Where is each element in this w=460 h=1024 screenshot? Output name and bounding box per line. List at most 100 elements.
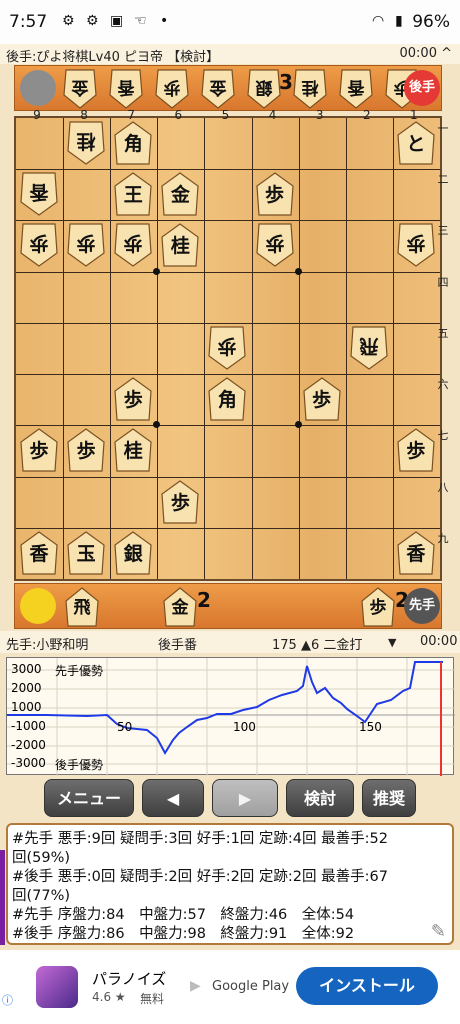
piece-label: 玉 bbox=[76, 542, 96, 565]
sente-piece[interactable]: 歩 bbox=[114, 377, 152, 421]
piece-label: 角 bbox=[123, 133, 143, 155]
sente-piece[interactable]: 香 bbox=[397, 531, 435, 575]
grid-line bbox=[298, 118, 300, 579]
grid-line bbox=[16, 527, 440, 529]
hand-count: 2 bbox=[197, 588, 211, 612]
sente-piece[interactable]: 桂 bbox=[114, 428, 152, 472]
piece-label: 桂 bbox=[76, 130, 96, 152]
graph-y-neg2000: -2000 bbox=[11, 738, 46, 752]
gote-hand-piece[interactable]: 銀 bbox=[247, 69, 281, 109]
grid-line bbox=[16, 374, 440, 376]
grid-line bbox=[110, 118, 112, 579]
ad-banner[interactable]: パラノイズ 4.6 ★ 無料 ▶ Google Play インストール ⓘ bbox=[0, 950, 460, 1024]
hand-piece-label: 桂 bbox=[301, 77, 319, 97]
piece-label: 歩 bbox=[406, 440, 426, 463]
grid-line bbox=[16, 476, 440, 478]
shogi-board[interactable]: と角桂歩金王香歩歩桂歩歩歩飛歩歩角歩歩桂歩歩歩香銀玉香 bbox=[14, 116, 442, 581]
gote-hand-piece[interactable]: 金 bbox=[201, 69, 235, 109]
piece-label: 桂 bbox=[123, 440, 143, 463]
piece-label: 歩 bbox=[76, 232, 96, 255]
gote-hand-piece[interactable]: 香 bbox=[339, 69, 373, 109]
sente-hand-piece[interactable]: 歩 bbox=[361, 587, 395, 627]
gote-badge: 後手 bbox=[404, 70, 440, 106]
gote-hand-piece[interactable]: 香 bbox=[109, 69, 143, 109]
battery-level: 96% bbox=[412, 12, 450, 32]
grid-line bbox=[16, 220, 440, 222]
gote-piece[interactable]: 歩 bbox=[397, 223, 435, 268]
column-label: 6 bbox=[174, 108, 183, 122]
gote-hand-piece[interactable]: 歩 bbox=[155, 69, 189, 109]
hand-count: 3 bbox=[279, 70, 293, 94]
graph-y-3000: 3000 bbox=[11, 662, 42, 676]
column-label: 2 bbox=[362, 108, 371, 122]
row-label: 三 bbox=[437, 224, 449, 238]
piece-label: 歩 bbox=[265, 232, 285, 255]
grid-line bbox=[16, 425, 440, 427]
next-move-button[interactable]: ▶ bbox=[212, 779, 278, 817]
row-label: 八 bbox=[437, 480, 449, 494]
sente-piece[interactable]: 角 bbox=[114, 121, 152, 165]
move-display: 175 ▲6 二金打 bbox=[272, 638, 363, 653]
analysis-text[interactable]: #先手 悪手:9回 疑問手:3回 好手:1回 定跡:4回 最善手:52 回(59… bbox=[6, 823, 454, 945]
grid-line bbox=[16, 271, 440, 273]
row-label: 四 bbox=[437, 275, 449, 289]
gote-piece[interactable]: 歩 bbox=[255, 223, 294, 268]
gote-piece[interactable]: 香 bbox=[20, 172, 58, 216]
sente-piece[interactable]: 歩 bbox=[67, 428, 105, 472]
sente-hand-piece[interactable]: 金 bbox=[163, 587, 197, 627]
row-label: 九 bbox=[437, 531, 449, 545]
sente-piece[interactable]: 歩 bbox=[161, 479, 199, 524]
ad-app-icon bbox=[36, 966, 78, 1008]
hand-piece-label: 香 bbox=[117, 77, 135, 97]
piece-label: 銀 bbox=[123, 542, 143, 565]
gote-piece[interactable]: 歩 bbox=[67, 223, 105, 268]
sente-piece[interactable]: 歩 bbox=[20, 428, 58, 472]
sente-hand-piece[interactable]: 飛 bbox=[65, 587, 99, 627]
gote-avatar bbox=[20, 70, 56, 106]
sente-hand[interactable]: 飛金2歩2 bbox=[14, 583, 442, 629]
game-info-bar: 先手:小野和明 後手番 175 ▲6 二金打 ▼ 00:00 bbox=[0, 631, 460, 653]
move-dropdown-icon[interactable]: ▼ bbox=[388, 636, 396, 649]
pencil-icon[interactable]: ✎ bbox=[431, 921, 446, 942]
gote-piece[interactable]: 桂 bbox=[67, 121, 105, 165]
gote-hand-piece[interactable]: 金 bbox=[63, 69, 97, 109]
piece-label: 桂 bbox=[170, 235, 190, 258]
hand-piece-label: 金 bbox=[209, 77, 227, 97]
row-label: 一 bbox=[437, 122, 449, 135]
install-button[interactable]: インストール bbox=[296, 967, 438, 1005]
menu-button[interactable]: メニュー bbox=[44, 779, 134, 817]
gote-piece[interactable]: 飛 bbox=[350, 326, 388, 370]
piece-label: 歩 bbox=[123, 232, 143, 255]
piece-label: 歩 bbox=[217, 334, 237, 357]
gote-piece[interactable]: 歩 bbox=[114, 223, 152, 268]
sente-piece[interactable]: 歩 bbox=[397, 428, 435, 472]
gote-hand[interactable]: 歩2香桂銀3金歩香金 bbox=[14, 65, 442, 111]
sente-piece[interactable]: と bbox=[397, 121, 435, 165]
gote-hand-piece[interactable]: 桂 bbox=[293, 69, 327, 109]
graph-x-100: 100 bbox=[233, 720, 256, 734]
row-label: 五 bbox=[437, 326, 449, 340]
piece-label: 歩 bbox=[76, 440, 96, 463]
ad-info-icon[interactable]: ⓘ bbox=[2, 992, 13, 1008]
sente-piece[interactable]: 歩 bbox=[303, 377, 341, 421]
sente-piece[interactable]: 金 bbox=[161, 172, 199, 216]
gote-piece[interactable]: 歩 bbox=[20, 223, 58, 268]
gear-icon: ⚙ bbox=[86, 13, 99, 29]
gote-piece[interactable]: 歩 bbox=[208, 326, 247, 370]
evaluation-graph[interactable]: 3000 2000 1000 -1000 -2000 -3000 先手優勢 後手… bbox=[6, 657, 455, 776]
sente-piece[interactable]: 歩 bbox=[255, 172, 294, 216]
graph-x-150: 150 bbox=[359, 720, 382, 734]
hand-piece-label: 金 bbox=[71, 77, 89, 97]
prev-move-button[interactable]: ◀ bbox=[142, 779, 204, 817]
sente-piece[interactable]: 銀 bbox=[114, 531, 152, 575]
suisen-button[interactable]: 推奨 bbox=[362, 779, 416, 817]
sente-piece[interactable]: 王 bbox=[114, 172, 152, 216]
sente-piece[interactable]: 香 bbox=[20, 531, 58, 575]
piece-label: 角 bbox=[217, 389, 237, 412]
sente-piece[interactable]: 玉 bbox=[67, 531, 105, 575]
hand-piece-label: 飛 bbox=[73, 598, 91, 618]
sente-piece[interactable]: 桂 bbox=[161, 223, 199, 268]
ad-price: 無料 bbox=[140, 992, 165, 1006]
sente-piece[interactable]: 角 bbox=[208, 377, 247, 421]
kento-button[interactable]: 検討 bbox=[286, 779, 354, 817]
